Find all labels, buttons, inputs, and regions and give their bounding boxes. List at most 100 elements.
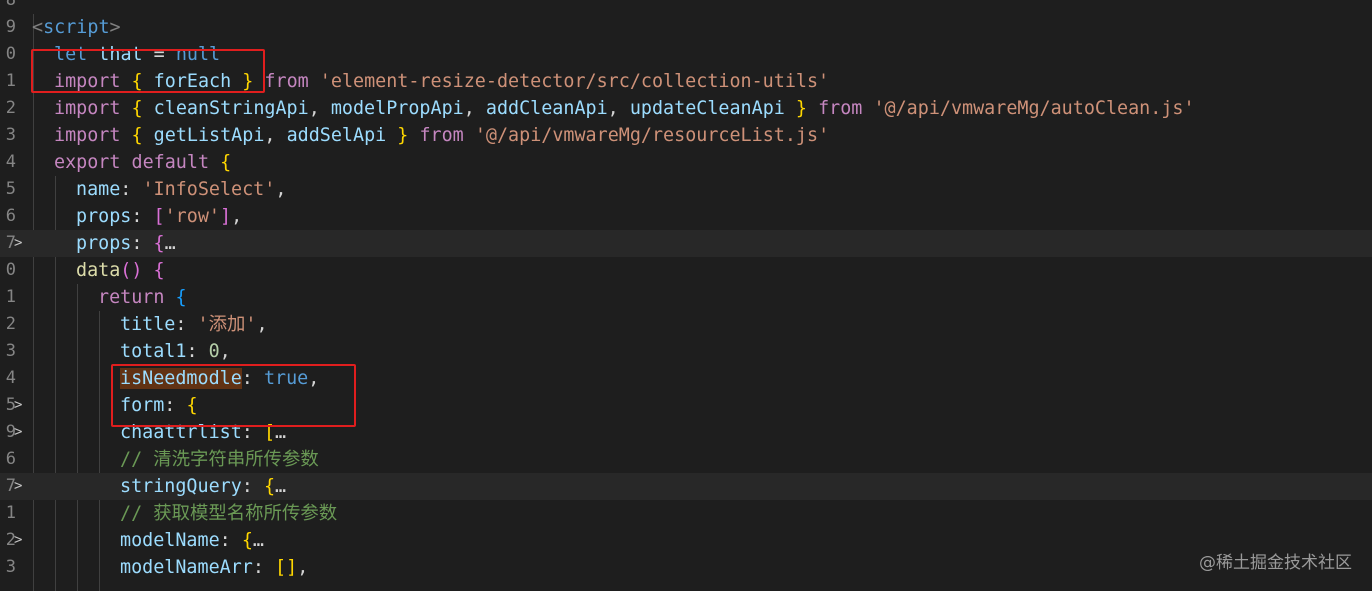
code-token: > xyxy=(109,17,121,38)
fold-chevron-icon[interactable]: > xyxy=(14,527,22,554)
code-token: ) xyxy=(131,260,143,281)
code-line[interactable]: 1 // 获取模型名称所传参数 xyxy=(0,500,1372,527)
code-token: … xyxy=(252,530,264,551)
code-token: , xyxy=(219,341,231,362)
code-text: name: 'InfoSelect', xyxy=(76,176,286,203)
code-token: data xyxy=(76,260,121,281)
fold-chevron-icon[interactable]: > xyxy=(14,473,22,500)
code-line[interactable]: 1 return { xyxy=(0,284,1372,311)
fold-chevron-icon[interactable]: > xyxy=(14,419,22,446)
code-line[interactable]: 2 import { cleanStringApi, modelPropApi, … xyxy=(0,95,1372,122)
code-text: props: ['row'], xyxy=(76,203,242,230)
code-token: , xyxy=(275,179,287,200)
line-number: 4 xyxy=(5,152,16,172)
code-token: : xyxy=(219,530,242,551)
code-token: modelNameArr xyxy=(120,557,253,578)
code-token: , xyxy=(256,314,268,335)
code-token: { xyxy=(263,476,276,497)
code-token: { xyxy=(175,287,187,308)
code-text: data() { xyxy=(76,257,165,284)
code-line[interactable]: 2 title: '添加', xyxy=(0,311,1372,338)
fold-chevron-icon[interactable]: > xyxy=(14,230,22,257)
code-token: , xyxy=(297,557,309,578)
code-line[interactable]: 3 import { getListApi, addSelApi } from '… xyxy=(0,122,1372,149)
code-line[interactable]: 6 props: ['row'], xyxy=(0,203,1372,230)
code-token: name xyxy=(76,179,121,200)
code-line[interactable]: 2 > modelName: {… xyxy=(0,527,1372,554)
line-number: 1 xyxy=(5,503,16,523)
code-token: … xyxy=(275,476,287,497)
code-token: : xyxy=(241,476,264,497)
code-text: // 清洗字符串所传参数 xyxy=(120,446,319,473)
code-token: addSelApi xyxy=(286,125,387,146)
code-token: 'row' xyxy=(164,206,220,227)
line-number: 0 xyxy=(5,260,16,280)
code-token: , xyxy=(607,98,630,119)
code-token: from xyxy=(818,98,863,119)
watermark: @稀土掘金技术社区 xyxy=(1199,553,1352,573)
code-token: [ xyxy=(153,206,165,227)
code-line[interactable]: 6 // 清洗字符串所传参数 xyxy=(0,446,1372,473)
code-line[interactable]: 3 modelNameArr: [], xyxy=(0,554,1372,581)
code-line[interactable]: 4 export default { xyxy=(0,149,1372,176)
code-text: export default { xyxy=(54,149,231,176)
code-token: : xyxy=(120,179,143,200)
line-number: 1 xyxy=(5,287,16,307)
code-token: 'element-resize-detector/src/collection-… xyxy=(319,71,830,92)
code-token: : xyxy=(252,557,276,578)
code-token: … xyxy=(164,233,176,254)
code-token: props xyxy=(76,233,132,254)
code-token: updateCleanApi xyxy=(629,98,785,119)
code-line[interactable]: 5 name: 'InfoSelect', xyxy=(0,176,1372,203)
annotation-box xyxy=(31,49,265,93)
code-token: export xyxy=(54,152,121,173)
line-number: 6 xyxy=(5,206,16,226)
code-text: modelNameArr: [], xyxy=(120,554,308,581)
code-token: { xyxy=(131,125,143,146)
code-token: // 清洗字符串所传参数 xyxy=(120,449,319,470)
code-line[interactable]: 3 total1: 0, xyxy=(0,338,1372,365)
code-line[interactable]: 7 > stringQuery: {… xyxy=(0,473,1372,500)
code-token: title xyxy=(120,314,176,335)
line-number: 4 xyxy=(5,368,16,388)
line-number: 1 xyxy=(5,71,16,91)
code-line[interactable]: 0 data() { xyxy=(0,257,1372,284)
code-text: import { getListApi, addSelApi } from '@… xyxy=(54,122,829,149)
code-line[interactable]: 9 <script> xyxy=(0,14,1372,41)
code-token: : xyxy=(175,314,198,335)
line-number: 6 xyxy=(5,449,16,469)
code-token: { xyxy=(153,260,165,281)
code-text: return { xyxy=(98,284,187,311)
line-number: 9 xyxy=(5,17,16,37)
code-token: props xyxy=(76,206,132,227)
code-token: } xyxy=(397,125,409,146)
code-line[interactable]: 7 > props: {… xyxy=(0,230,1372,257)
code-token: '@/api/vmwareMg/autoClean.js' xyxy=(873,98,1195,119)
code-token: '添加' xyxy=(197,314,257,335)
code-token: ( xyxy=(120,260,132,281)
code-token: modelPropApi xyxy=(330,98,464,119)
code-line[interactable]: 8 xyxy=(0,0,1372,14)
code-token: 'InfoSelect' xyxy=(142,179,276,200)
code-token: '@/api/vmwareMg/resourceList.js' xyxy=(474,125,830,146)
code-token: default xyxy=(131,152,210,173)
line-number: 2 xyxy=(5,98,16,118)
fold-chevron-icon[interactable]: > xyxy=(14,392,22,419)
line-number: 2 xyxy=(5,314,16,334)
line-number: 3 xyxy=(5,557,16,577)
code-editor[interactable]: 8 9 <script> 0 let that = null 1 import { forE… xyxy=(0,0,1372,591)
code-token: { xyxy=(131,98,143,119)
code-text: total1: 0, xyxy=(120,338,231,365)
code-token: // 获取模型名称所传参数 xyxy=(120,503,338,524)
